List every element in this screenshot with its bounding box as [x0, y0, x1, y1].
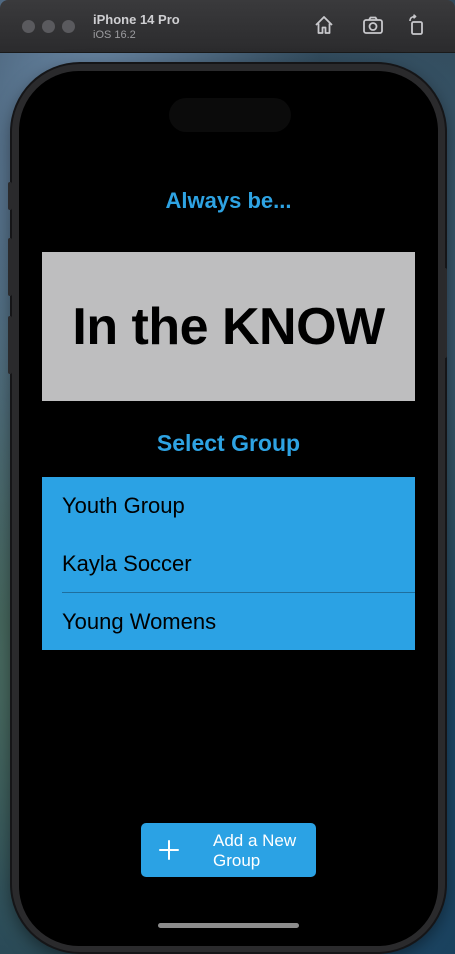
group-label: Kayla Soccer	[62, 551, 192, 576]
add-group-label: Add a New Group	[213, 831, 297, 870]
power-button	[443, 268, 447, 358]
group-list: Youth Group Kayla Soccer Young Womens	[42, 477, 415, 650]
screenshot-icon[interactable]	[362, 14, 384, 36]
device-name: iPhone 14 Pro	[93, 12, 180, 27]
tagline: Always be...	[165, 188, 292, 213]
phone-screen: Always be... In the KNOW Select Group Yo…	[19, 71, 438, 946]
zoom-window-button[interactable]	[62, 20, 75, 33]
home-icon[interactable]	[313, 14, 335, 36]
volume-up-button	[8, 238, 12, 296]
add-group-button[interactable]: Add a New Group	[141, 823, 316, 877]
plus-icon	[159, 840, 179, 860]
minimize-window-button[interactable]	[42, 20, 55, 33]
dynamic-island	[169, 98, 291, 132]
close-window-button[interactable]	[22, 20, 35, 33]
volume-down-button	[8, 316, 12, 374]
group-item-young-womens[interactable]: Young Womens	[42, 593, 415, 651]
rotate-icon[interactable]	[406, 14, 428, 36]
hero-banner: In the KNOW	[42, 252, 415, 401]
mute-switch	[8, 182, 12, 210]
hero-title: In the KNOW	[72, 297, 385, 356]
group-label: Young Womens	[62, 609, 217, 634]
os-version: iOS 16.2	[93, 29, 136, 41]
group-item-youth-group[interactable]: Youth Group	[42, 477, 415, 535]
home-indicator[interactable]	[158, 923, 299, 928]
simulator-title-bar: iPhone 14 Pro iOS 16.2	[0, 0, 455, 53]
group-item-kayla-soccer[interactable]: Kayla Soccer	[42, 535, 415, 593]
group-label: Youth Group	[62, 493, 185, 518]
select-group-heading: Select Group	[156, 430, 301, 456]
